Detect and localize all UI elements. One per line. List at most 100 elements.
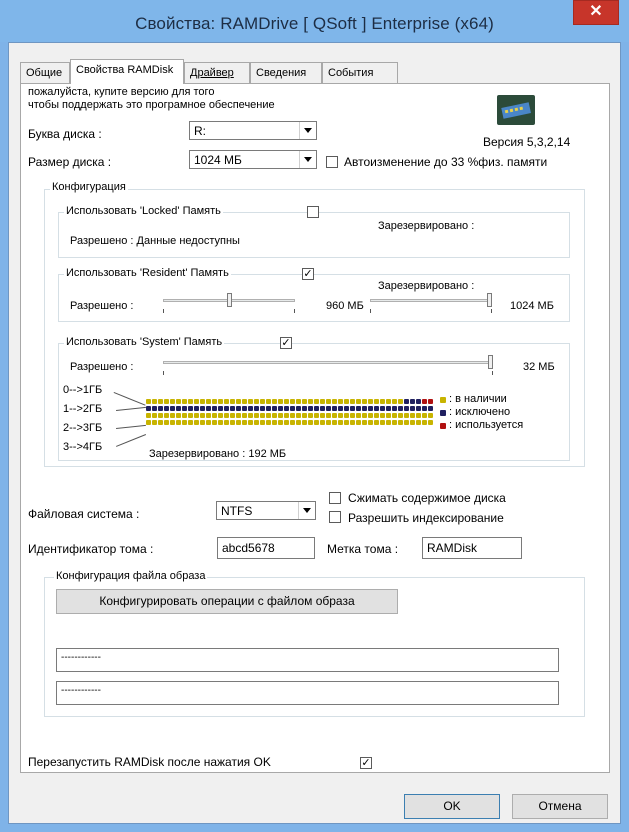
memory-block (146, 420, 151, 425)
ok-button[interactable]: OK (404, 794, 500, 819)
memory-block (326, 399, 331, 404)
memory-block (182, 399, 187, 404)
configure-image-button[interactable]: Конфигурировать операции с файлом образа (56, 589, 398, 614)
memory-block (398, 399, 403, 404)
system-memory-checkbox[interactable]: ✓ (280, 337, 292, 349)
memory-block (158, 399, 163, 404)
memory-block (242, 413, 247, 418)
memory-block (200, 406, 205, 411)
tab-ramdisk-properties[interactable]: Свойства RAMDisk (70, 59, 184, 84)
memory-block (362, 420, 367, 425)
memory-block (410, 420, 415, 425)
memory-block (212, 420, 217, 425)
memory-block (266, 420, 271, 425)
drive-size-select[interactable]: 1024 МБ (189, 150, 317, 169)
memory-block (314, 413, 319, 418)
locked-memory-checkbox[interactable] (307, 206, 319, 218)
memory-block (206, 406, 211, 411)
restart-checkbox[interactable]: ✓ (360, 757, 372, 769)
memory-block (248, 420, 253, 425)
memory-block (332, 406, 337, 411)
autosize-checkbox[interactable] (326, 156, 338, 168)
range-label-0-1: 0-->1ГБ (63, 384, 103, 396)
resident-reserved-slider[interactable] (370, 293, 492, 313)
resident-memory-group (58, 274, 570, 322)
memory-block (152, 420, 157, 425)
cancel-button[interactable]: Отмена (512, 794, 608, 819)
slider-thumb[interactable] (487, 293, 492, 307)
memory-block (236, 399, 241, 404)
title-bar[interactable]: Свойства: RAMDrive [ QSoft ] Enterprise … (0, 0, 629, 42)
memory-block (164, 399, 169, 404)
resident-allowed-slider[interactable] (163, 293, 295, 313)
memory-block (410, 406, 415, 411)
system-allowed-slider[interactable] (163, 355, 493, 375)
memory-block (428, 406, 433, 411)
memory-block (200, 420, 205, 425)
locked-allowed-text: Разрешено : Данные недоступны (70, 235, 240, 247)
memory-block (248, 406, 253, 411)
memory-block (314, 406, 319, 411)
memory-block (260, 406, 265, 411)
memory-block (284, 406, 289, 411)
volume-name-input[interactable]: RAMDisk (422, 537, 522, 559)
memory-block (392, 420, 397, 425)
slider-thumb[interactable] (488, 355, 493, 369)
memory-block (350, 406, 355, 411)
compress-checkbox[interactable] (329, 492, 341, 504)
memory-block (398, 413, 403, 418)
memory-map-row (146, 406, 433, 412)
tab-events[interactable]: События (322, 62, 398, 83)
close-button[interactable]: ✕ (573, 0, 619, 25)
filesystem-select[interactable]: NTFS (216, 501, 316, 520)
memory-block (380, 399, 385, 404)
tab-driver[interactable]: Драйвер (184, 62, 250, 83)
tab-general[interactable]: Общие (20, 62, 70, 83)
ramdisk-icon (496, 94, 536, 126)
memory-block (422, 420, 427, 425)
memory-block (416, 399, 421, 404)
resident-allowed-value: 960 МБ (326, 300, 364, 312)
memory-block (164, 420, 169, 425)
memory-block (392, 406, 397, 411)
memory-block (230, 399, 235, 404)
memory-block (392, 413, 397, 418)
memory-block (338, 406, 343, 411)
volume-id-label: Идентификатор тома : (28, 542, 154, 556)
legend-available-label: : в наличии (449, 393, 507, 405)
memory-block (350, 399, 355, 404)
autosize-label: Автоизменение до 33 %физ. памяти (344, 155, 547, 169)
locked-memory-label: Использовать 'Locked' Память (64, 205, 223, 217)
memory-block (272, 420, 277, 425)
indexing-checkbox[interactable] (329, 511, 341, 523)
memory-block (320, 399, 325, 404)
autosize-suffix: %физ. памяти (467, 155, 548, 169)
volume-id-input[interactable]: abcd5678 (217, 537, 315, 559)
memory-block (410, 399, 415, 404)
autosize-text: Автоизменение до (344, 155, 448, 169)
image-path-field-1[interactable]: ------------ (56, 648, 559, 672)
memory-block (290, 406, 295, 411)
memory-block (362, 399, 367, 404)
memory-block (302, 406, 307, 411)
memory-block (404, 399, 409, 404)
compress-label: Сжимать содержимое диска (348, 491, 506, 505)
memory-block (416, 413, 421, 418)
range-label-3-4: 3-->4ГБ (63, 441, 103, 453)
tab-details[interactable]: Сведения (250, 62, 322, 83)
memory-block (404, 413, 409, 418)
memory-block (338, 420, 343, 425)
resident-reserved-label: Зарезервировано : (378, 280, 475, 292)
memory-block (290, 413, 295, 418)
filesystem-value: NTFS (221, 504, 253, 518)
memory-block (368, 399, 373, 404)
memory-block (272, 399, 277, 404)
memory-block (206, 413, 211, 418)
image-path-field-2[interactable]: ------------ (56, 681, 559, 705)
system-allowed-value: 32 МБ (523, 361, 555, 373)
resident-memory-checkbox[interactable]: ✓ (302, 268, 314, 280)
memory-block (248, 413, 253, 418)
memory-block (152, 406, 157, 411)
slider-thumb[interactable] (227, 293, 232, 307)
drive-letter-select[interactable]: R: (189, 121, 317, 140)
